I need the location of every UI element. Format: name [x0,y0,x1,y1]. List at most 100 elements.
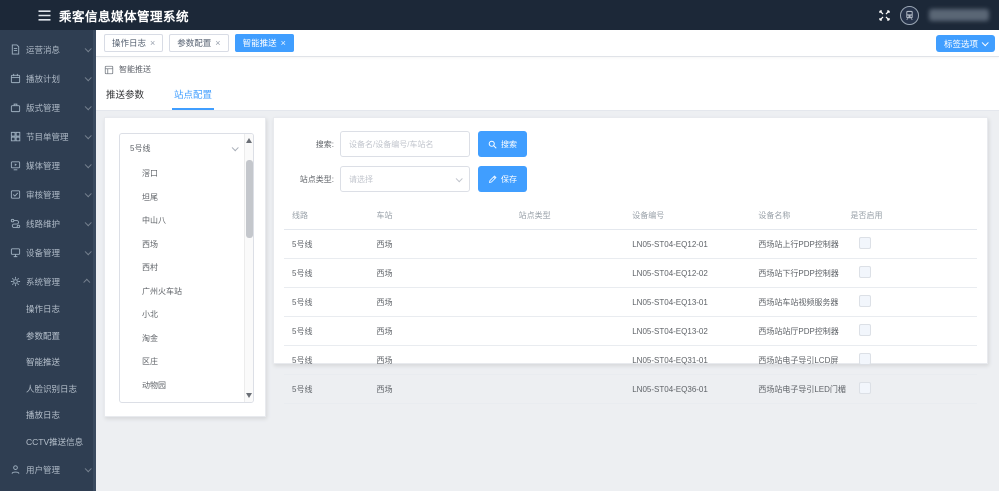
column-header: 线路 [292,211,308,220]
station-listbox: 5号线 滘口 坦尾 中山八 西场 西村 广州火车站 小北 淘金 区庄 动物园 [119,133,254,403]
pencil-icon [488,174,497,183]
page-title: 智能推送 [119,65,151,74]
search-input[interactable] [340,131,470,157]
station-type-label: 站点类型: [299,174,334,184]
cell-station-type [511,324,625,338]
sidebar-item-layout-mgmt[interactable]: 版式管理 [0,93,96,122]
close-icon[interactable]: × [215,38,220,48]
cell-station: 西场 [376,239,393,249]
table-row[interactable]: 5号线 西场 LN05-ST04-EQ13-01 西场站车站视频服务器 [284,288,977,317]
subtab[interactable]: 推送参数 [104,84,146,110]
sidebar-item-audit-mgmt[interactable]: 审核管理 [0,180,96,209]
cell-line: 5号线 [292,355,313,365]
station-tree-item[interactable]: 小北 [120,303,253,327]
cell-station-type [511,353,625,367]
close-icon[interactable]: × [150,38,155,48]
panels: 5号线 滘口 坦尾 中山八 西场 西村 广州火车站 小北 淘金 区庄 动物园 搜… [96,111,999,417]
station-tree-item[interactable]: 滘口 [120,162,253,186]
station-tree-item[interactable]: 西村 [120,256,253,280]
table-row[interactable]: 5号线 西场 LN05-ST04-EQ12-01 西场站上行PDP控制器 [284,230,977,259]
station-tree-item[interactable]: 广州火车站 [120,280,253,304]
cell-device-no: LN05-ST04-EQ36-01 [632,384,708,394]
sidebar-subitem[interactable]: 操作日志 [0,296,96,323]
chevron-up-icon [83,278,91,286]
save-button[interactable]: 保存 [478,166,527,192]
line-tree-node[interactable]: 5号线 [120,134,253,162]
station-tree-item[interactable]: 动物园 [120,374,253,398]
listbox-scrollbar[interactable] [244,134,253,402]
page-tab[interactable]: 参数配置 × [169,34,229,52]
cell-line: 5号线 [292,268,313,278]
scroll-down-arrow[interactable] [246,393,252,398]
page-tab[interactable]: 智能推送 × [234,34,294,52]
station-tree-panel: 5号线 滘口 坦尾 中山八 西场 西村 广州火车站 小北 淘金 区庄 动物园 [104,117,266,417]
sidebar-item-line-maintenance[interactable]: 线路维护 [0,209,96,238]
station-tree-item[interactable]: 区庄 [120,350,253,374]
fullscreen-icon[interactable] [879,9,890,21]
audit-check-icon [10,190,21,199]
subtab[interactable]: 站点配置 [172,84,215,110]
station-tree-item[interactable]: 坦尾 [120,186,253,210]
enabled-checkbox[interactable] [858,237,871,249]
opened-tabs-bar: 操作日志 × 参数配置 × 智能推送 × 标签选项 [96,30,999,57]
enabled-checkbox[interactable] [858,353,871,365]
station-tree-item[interactable]: 中山八 [120,209,253,233]
cell-station-type [511,295,625,309]
column-header: 是否启用 [850,211,883,220]
sidebar-subitem[interactable]: 人脸识别日志 [0,376,96,403]
chevron-down-icon [84,45,92,53]
sidebar-item-playlist-mgmt[interactable]: 节目单管理 [0,122,96,151]
sidebar-item-user-mgmt[interactable]: 用户管理 [0,455,96,484]
hamburger-menu-icon[interactable] [38,9,51,21]
page-icon [104,65,114,74]
sidebar-item-system-mgmt[interactable]: 系统管理 [0,267,96,296]
sidebar-item-device-mgmt[interactable]: 设备管理 [0,238,96,267]
table-row[interactable]: 5号线 西场 LN05-ST04-EQ36-01 西场站电子导引LED门楣 [284,375,977,404]
cell-station-type [511,237,625,251]
enabled-checkbox[interactable] [858,295,871,307]
main-content: 智能推送 推送参数 站点配置 5号线 滘口 坦尾 中山八 西场 西村 广州火车站… [96,57,999,491]
station-tree-item[interactable]: 淘金 [120,327,253,351]
chevron-down-icon [84,74,92,82]
enabled-checkbox[interactable] [858,324,871,336]
chevron-down-icon [84,103,92,111]
station-tree-item[interactable]: 西场 [120,233,253,257]
table-row[interactable]: 5号线 西场 LN05-ST04-EQ31-01 西场站电子导引LCD屏 [284,346,977,375]
cell-device-no: LN05-ST04-EQ12-01 [632,239,708,249]
sidebar-subitem[interactable]: 参数配置 [0,323,96,350]
scroll-up-arrow[interactable] [246,138,252,143]
username-redacted[interactable] [929,9,989,21]
cell-station: 西场 [376,384,393,394]
table-row[interactable]: 5号线 西场 LN05-ST04-EQ12-02 西场站下行PDP控制器 [284,259,977,288]
cell-line: 5号线 [292,297,313,307]
cell-enabled [843,375,977,403]
close-icon[interactable]: × [281,38,286,48]
cell-station: 西场 [376,326,393,336]
cell-device-no: LN05-ST04-EQ13-02 [632,326,708,336]
sidebar-scrollbar[interactable] [93,30,96,491]
sidebar-item-play-plan[interactable]: 播放计划 [0,64,96,93]
table-row[interactable]: 5号线 西场 LN05-ST04-EQ13-02 西场站站厅PDP控制器 [284,317,977,346]
sidebar-subitem[interactable]: CCTV推送信息 [0,429,96,456]
page-tab[interactable]: 操作日志 × [104,34,164,52]
user-avatar-train-icon[interactable] [900,5,919,25]
cell-enabled [843,346,977,374]
station-type-select[interactable]: 请选择 [340,166,470,192]
calendar-icon [10,73,21,84]
cell-enabled [843,288,977,316]
search-button[interactable]: 搜索 [478,131,527,157]
cell-station-type [511,266,625,280]
cell-device-name: 西场站电子导引LCD屏 [758,355,839,365]
sidebar-subitem[interactable]: 智能推送 [0,349,96,376]
search-label: 搜索: [315,139,334,149]
sidebar-item-operation-news[interactable]: 运营消息 [0,35,96,64]
sidebar-item-media-mgmt[interactable]: 媒体管理 [0,151,96,180]
enabled-checkbox[interactable] [858,266,871,278]
enabled-checkbox[interactable] [858,382,871,394]
scrollbar-thumb[interactable] [246,160,253,238]
chevron-down-icon [231,143,239,151]
sidebar-subitem[interactable]: 播放日志 [0,402,96,429]
tag-options-button[interactable]: 标签选项 [935,35,995,52]
cell-line: 5号线 [292,326,313,336]
page-head: 智能推送 推送参数 站点配置 [96,57,999,111]
